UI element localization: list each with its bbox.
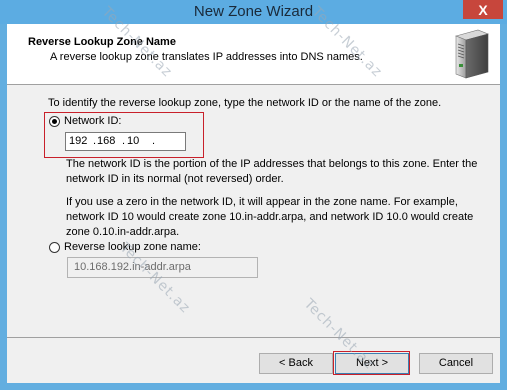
network-id-note: The network ID is the portion of the IP … xyxy=(66,157,477,187)
network-id-input[interactable]: 192 . 168 . 10 . xyxy=(65,132,186,151)
wizard-window: New Zone Wizard X Reverse Lookup Zone Na… xyxy=(0,0,507,390)
window-title: New Zone Wizard xyxy=(193,3,314,20)
note-line: If you use a zero in the network ID, it … xyxy=(66,196,458,208)
octet-1[interactable]: 192 xyxy=(69,135,87,147)
network-id-label: Network ID: xyxy=(64,115,122,127)
octet-3[interactable]: 10 xyxy=(127,135,139,147)
page-title: Reverse Lookup Zone Name xyxy=(28,36,176,48)
page-subtitle: A reverse lookup zone translates IP addr… xyxy=(50,51,363,63)
octet-separator: . xyxy=(152,135,156,147)
zone-name-radio[interactable] xyxy=(49,242,60,253)
note-line: The network ID is the portion of the IP … xyxy=(66,158,478,170)
instructions-text: To identify the reverse lookup zone, typ… xyxy=(48,97,442,109)
octet-2[interactable]: 168 xyxy=(97,135,115,147)
zero-note: If you use a zero in the network ID, it … xyxy=(66,195,473,240)
wizard-client-area: Reverse Lookup Zone Name A reverse looku… xyxy=(7,24,500,383)
server-icon xyxy=(455,29,489,79)
close-icon: X xyxy=(478,1,488,18)
octet-separator: . xyxy=(122,135,126,147)
network-id-radio[interactable] xyxy=(49,116,60,127)
cancel-button[interactable]: Cancel xyxy=(419,353,493,374)
note-line: zone 0.10.in-addr.arpa. xyxy=(66,226,180,238)
octet-separator: . xyxy=(93,135,97,147)
note-line: network ID in its normal (not reversed) … xyxy=(66,173,284,185)
close-button[interactable]: X xyxy=(463,0,503,19)
note-line: network ID 10 would create zone 10.in-ad… xyxy=(66,211,474,223)
title-bar[interactable]: New Zone Wizard X xyxy=(0,0,507,24)
wizard-header: Reverse Lookup Zone Name A reverse looku… xyxy=(7,24,500,85)
back-button[interactable]: < Back xyxy=(259,353,333,374)
footer-divider xyxy=(7,337,500,338)
